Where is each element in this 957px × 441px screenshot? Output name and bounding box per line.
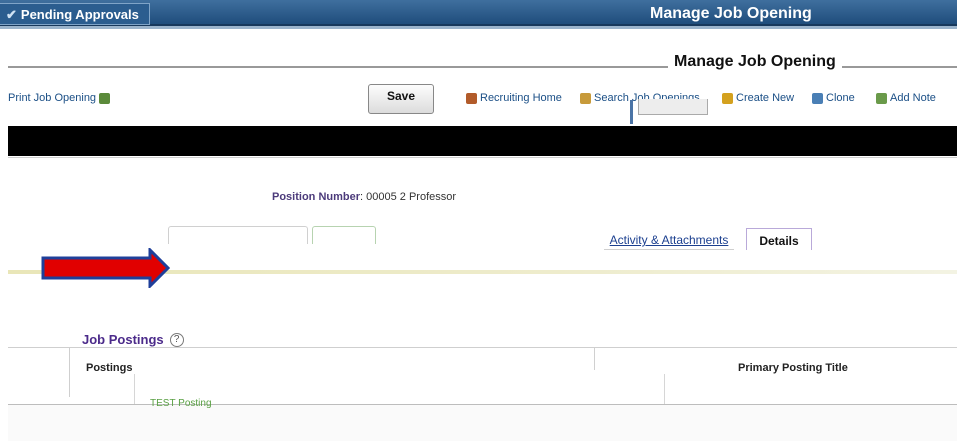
subheader-title: Manage Job Opening (668, 53, 842, 71)
toolbar-divider (630, 100, 633, 124)
blank-tab-1[interactable] (168, 226, 308, 244)
search-dropdown[interactable] (638, 99, 708, 115)
clone-icon (812, 92, 823, 104)
create-icon (722, 92, 733, 104)
table-left-block (8, 347, 70, 397)
print-icon (99, 92, 111, 104)
checkmark-icon: ✔ (6, 7, 17, 22)
save-button[interactable]: Save (368, 84, 434, 114)
job-postings-section: Job Postings ? (82, 332, 184, 347)
column-header-postings: Postings (86, 362, 133, 374)
column-divider (594, 348, 595, 370)
tab-details[interactable]: Details (746, 228, 812, 250)
column-header-primary-posting-title: Primary Posting Title (738, 362, 848, 374)
toolbar: Print Job Opening Recruiting Home Search… (0, 92, 957, 110)
posting-link[interactable]: TEST Posting (150, 398, 212, 409)
recruiting-home-label: Recruiting Home (480, 92, 562, 104)
job-postings-title: Job Postings (82, 332, 164, 347)
create-new-label: Create New (736, 92, 795, 104)
search-icon (580, 92, 591, 104)
print-job-opening-link[interactable]: Print Job Opening (8, 92, 111, 104)
add-note-label: Add Note (890, 92, 936, 104)
column-divider (664, 374, 665, 404)
position-number-label: Position Number (272, 191, 361, 203)
help-icon[interactable]: ? (169, 332, 184, 347)
pending-approvals-tab[interactable]: ✔ Pending Approvals (0, 3, 150, 25)
add-note-link[interactable]: Add Note (876, 92, 936, 104)
blank-tab-2[interactable] (312, 226, 376, 244)
clone-link[interactable]: Clone (812, 92, 855, 104)
create-new-link[interactable]: Create New (722, 92, 794, 104)
clone-label: Clone (826, 92, 855, 104)
note-icon (876, 92, 887, 104)
tab-activity-attachments[interactable]: Activity & Attachments (604, 228, 734, 250)
header-band (8, 126, 957, 156)
recruiting-home-link[interactable]: Recruiting Home (466, 92, 562, 104)
pending-approvals-label: Pending Approvals (20, 7, 139, 22)
position-number-value: 00005 2 Professor (366, 191, 457, 203)
table-top-border (8, 347, 957, 348)
banner-divider (0, 26, 957, 29)
home-icon (466, 92, 477, 104)
print-job-opening-label: Print Job Opening (8, 92, 97, 104)
arrow-right-icon (41, 248, 170, 288)
band-divider (8, 157, 957, 158)
column-divider (134, 374, 135, 404)
table-body (8, 405, 957, 441)
page-title: Manage Job Opening (650, 5, 812, 22)
position-number: Position Number: 00005 2 Professor (272, 191, 457, 203)
